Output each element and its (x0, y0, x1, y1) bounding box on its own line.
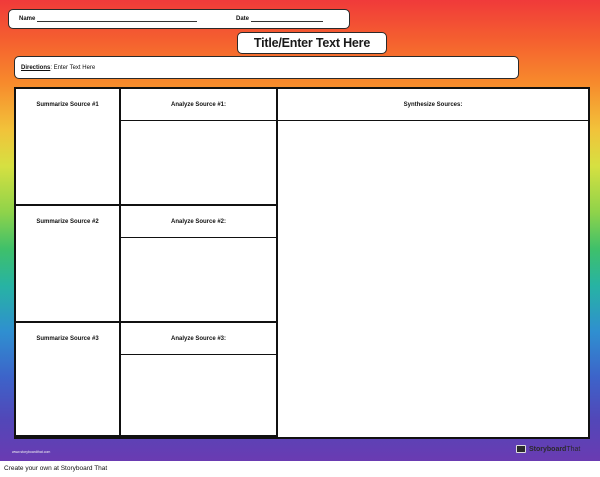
date-field[interactable]: Date (236, 16, 324, 22)
storyboard-that-logo[interactable]: StoryboardThat (516, 445, 580, 453)
analyze-cell-3[interactable]: Analyze Source #3: (121, 323, 278, 437)
name-date-box: Name Date (8, 9, 350, 29)
summarize-cell-2[interactable]: Summarize Source #2 (16, 206, 121, 323)
summarize-cell-3[interactable]: Summarize Source #3 (16, 323, 121, 437)
synthesize-heading: Synthesize Sources: (278, 89, 588, 121)
name-label: Name (19, 16, 36, 22)
analyze-cell-1[interactable]: Analyze Source #1: (121, 89, 278, 206)
create-your-own-caption[interactable]: Create your own at Storyboard That (4, 465, 107, 472)
directions-box[interactable]: Directions: Enter Text Here (14, 56, 519, 79)
summarize-cell-1[interactable]: Summarize Source #1 (16, 89, 121, 206)
summarize-heading-1: Summarize Source #1 (36, 102, 99, 108)
logo-text: StoryboardThat (529, 446, 580, 453)
logo-light: That (566, 445, 581, 453)
name-line (37, 16, 198, 22)
directions-label: Directions (21, 65, 51, 71)
analyze-heading-3: Analyze Source #3: (121, 323, 276, 355)
source-grid: Summarize Source #1 Summarize Source #2 … (14, 87, 590, 439)
date-line (251, 16, 324, 22)
summarize-heading-3: Summarize Source #3 (36, 336, 99, 342)
analyze-heading-1: Analyze Source #1: (121, 89, 276, 121)
analyze-cell-2[interactable]: Analyze Source #2: (121, 206, 278, 323)
page-title[interactable]: Title/Enter Text Here (237, 32, 387, 54)
summarize-heading-2: Summarize Source #2 (36, 219, 99, 225)
directions-text: Directions: Enter Text Here (21, 65, 95, 71)
date-label: Date (236, 16, 250, 22)
name-field[interactable]: Name (19, 16, 198, 22)
footer-url[interactable]: www.storyboardthat.com (12, 450, 50, 454)
storyboard-icon (516, 445, 526, 453)
synthesize-cell[interactable]: Synthesize Sources: (278, 89, 588, 437)
logo-bold: Storyboard (529, 445, 567, 453)
worksheet: Name Date Title/Enter Text Here Directio… (0, 0, 600, 461)
analyze-heading-2: Analyze Source #2: (121, 206, 276, 238)
directions-body: : Enter Text Here (50, 65, 96, 71)
